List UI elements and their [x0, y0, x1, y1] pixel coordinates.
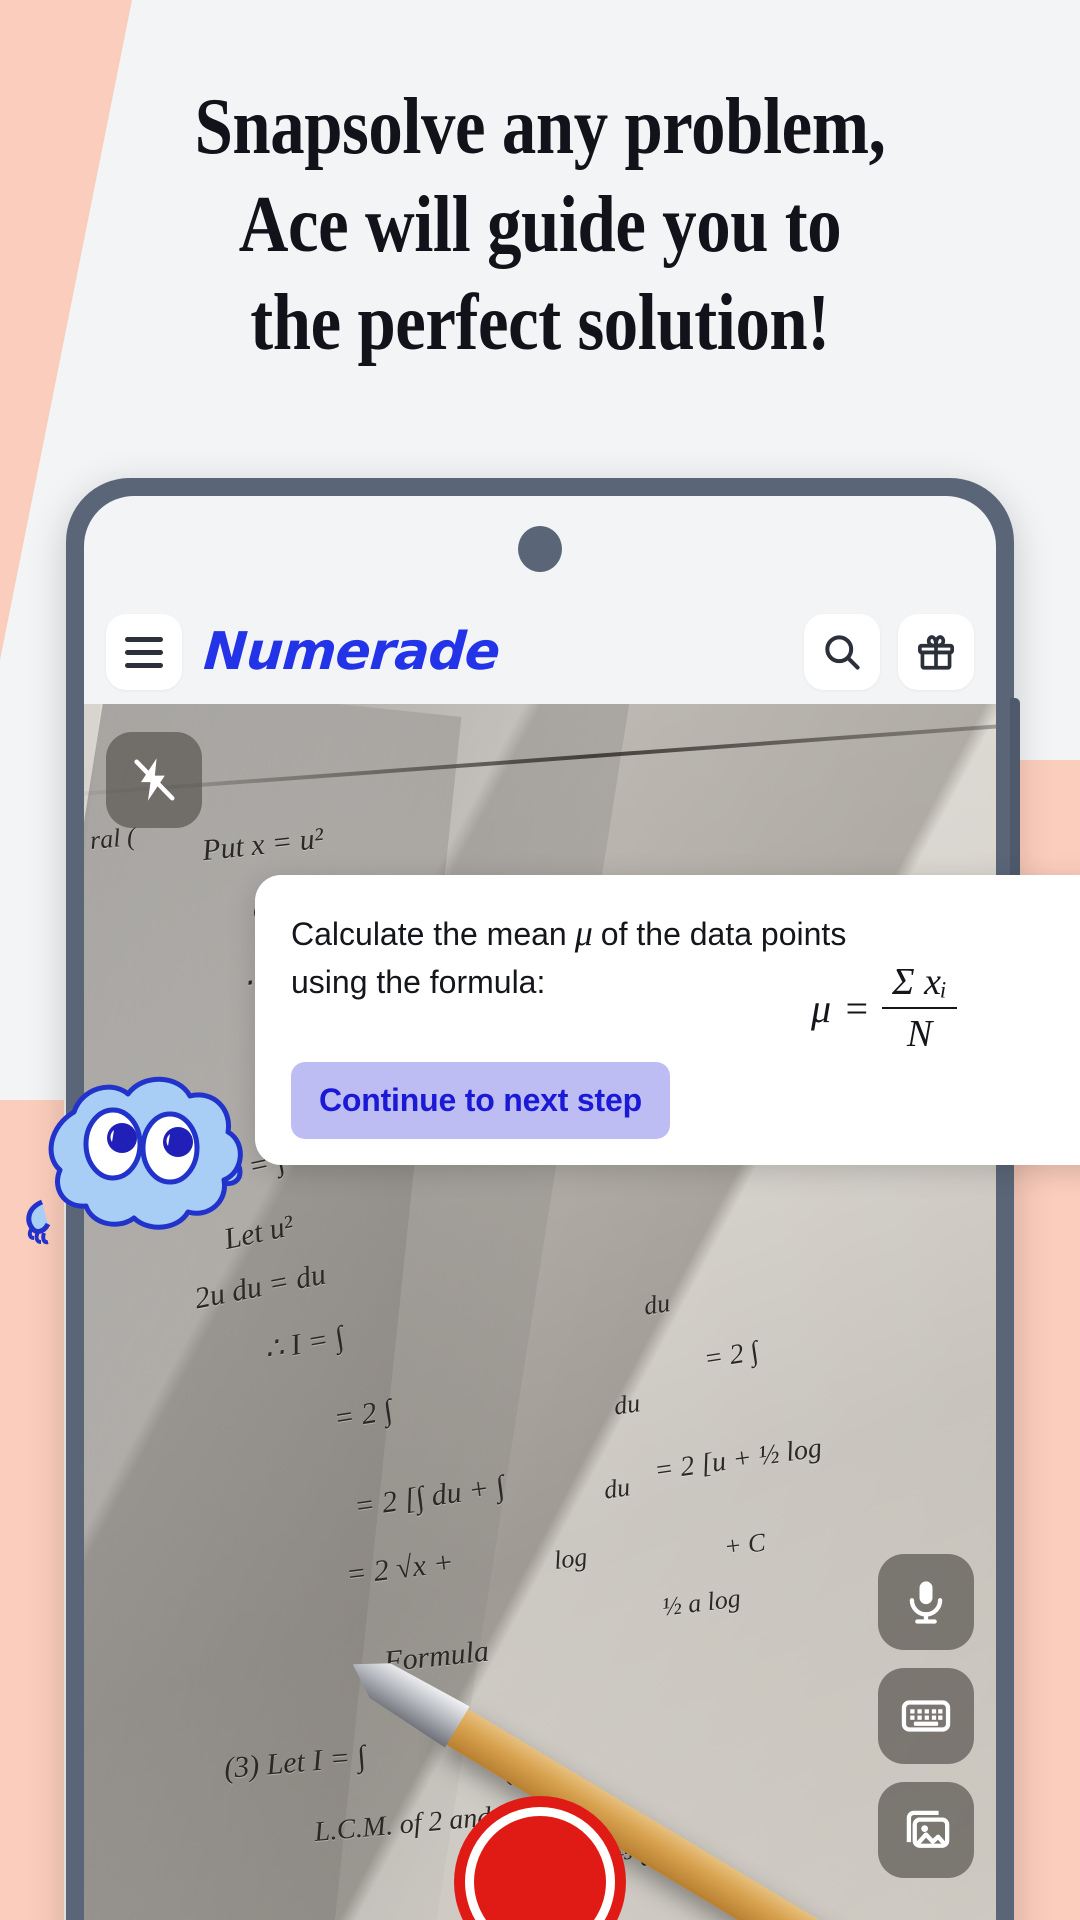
gift-icon	[914, 630, 958, 674]
front-camera-notch	[518, 526, 562, 572]
gallery-button[interactable]	[878, 1782, 974, 1878]
solution-text-line2: using the formula:	[291, 964, 546, 1000]
flash-toggle-button[interactable]	[106, 732, 202, 828]
handwritten-math-line: du	[641, 1288, 673, 1321]
formula-numerator: Σ xᵢ	[892, 961, 947, 1003]
numerade-logo[interactable]: Numerade	[202, 622, 501, 682]
search-icon	[820, 630, 864, 674]
formula-lhs: μ	[810, 985, 832, 1031]
menu-button[interactable]	[106, 614, 182, 690]
solution-text-part2: of the data points	[600, 916, 847, 952]
headline-line-2: Ace will guide you to	[238, 181, 842, 269]
headline-line-1: Snapsolve any problem,	[194, 83, 886, 171]
solution-step-text: Calculate the mean μ of the data points us…	[291, 909, 1075, 1006]
mean-formula: μ = Σ xᵢ N	[811, 960, 957, 1056]
voice-input-button[interactable]	[878, 1554, 974, 1650]
continue-to-next-step-button[interactable]: Continue to next step	[291, 1062, 670, 1139]
hamburger-icon	[125, 636, 163, 668]
headline: Snapsolve any problem, Ace will guide yo…	[76, 78, 1005, 372]
formula-denominator: N	[882, 1007, 957, 1056]
keyboard-input-button[interactable]	[878, 1668, 974, 1764]
headline-line-3: the perfect solution!	[250, 279, 830, 367]
solution-text-part1: Calculate the mean	[291, 916, 567, 952]
app-header: Numerade	[84, 600, 996, 704]
microphone-icon	[900, 1576, 952, 1628]
flash-off-icon	[128, 754, 180, 806]
solution-step-card: Calculate the mean μ of the data points us…	[255, 875, 1080, 1165]
phone-side-button	[1010, 698, 1020, 888]
shutter-ring	[465, 1807, 615, 1920]
formula-fraction: Σ xᵢ N	[882, 960, 957, 1056]
mu-symbol-inline: μ	[574, 913, 593, 953]
handwritten-math-line: + C	[722, 1527, 767, 1562]
handwritten-math-line: du	[602, 1472, 632, 1505]
handwritten-math-line: log	[552, 1542, 589, 1575]
gift-button[interactable]	[898, 614, 974, 690]
search-button[interactable]	[804, 614, 880, 690]
camera-tool-rail	[878, 1554, 974, 1878]
ace-cloud-mascot	[18, 1052, 248, 1282]
keyboard-icon	[899, 1689, 953, 1743]
handwritten-math-line: du	[612, 1388, 642, 1421]
formula-equals: =	[843, 985, 871, 1031]
gallery-icon	[899, 1803, 953, 1857]
promo-screenshot: Snapsolve any problem, Ace will guide yo…	[0, 0, 1080, 1920]
